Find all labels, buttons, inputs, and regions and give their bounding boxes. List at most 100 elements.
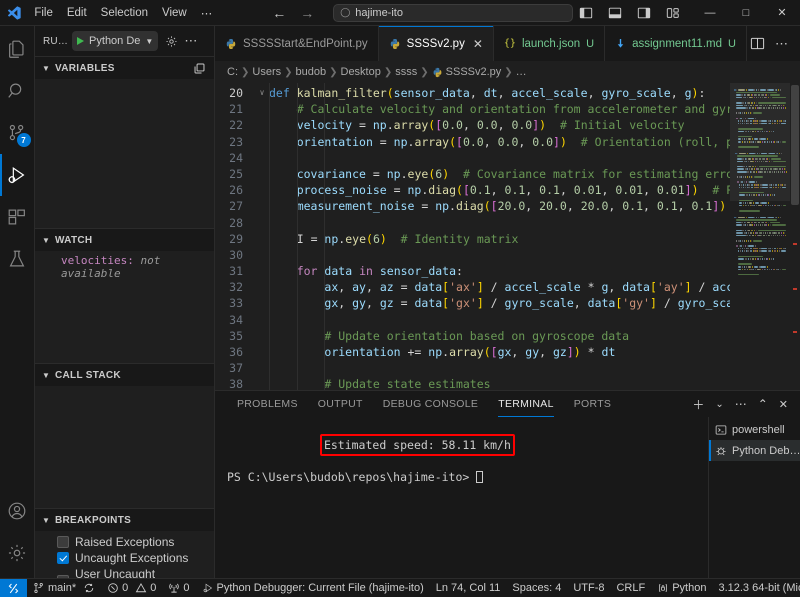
panel-more-ellipsis-icon[interactable]: ⋯: [731, 395, 751, 413]
toggle-primary-sidebar-icon[interactable]: [573, 3, 599, 23]
terminal[interactable]: Estimated speed: 58.11 km/h PS C:\Users\…: [215, 417, 708, 578]
status-branch[interactable]: main*: [27, 579, 101, 597]
terminal-chevron-down-icon[interactable]: ⌄: [711, 397, 727, 412]
status-language-mode[interactable]: Python: [651, 579, 712, 597]
section-watch-header[interactable]: ▼ WATCH: [35, 229, 214, 251]
breadcrumb-item[interactable]: C:: [227, 66, 238, 78]
code-line[interactable]: 26 process_noise = np.diag([0.1, 0.1, 0.…: [215, 182, 730, 198]
activity-run-and-debug[interactable]: [0, 154, 35, 196]
code-line[interactable]: 30: [215, 247, 730, 263]
breadcrumb-item[interactable]: Desktop: [341, 66, 381, 78]
debug-configuration-dropdown[interactable]: Python De ▼: [72, 31, 159, 51]
debug-settings-gear-icon[interactable]: [162, 32, 180, 50]
scrollbar-thumb[interactable]: [791, 85, 799, 205]
activity-explorer[interactable]: [0, 28, 35, 70]
terminal-instance-powershell[interactable]: powershell: [709, 419, 800, 440]
activity-testing[interactable]: [0, 238, 35, 280]
arrow-right-icon[interactable]: →: [299, 5, 315, 21]
breadcrumb-item[interactable]: ssss: [395, 66, 417, 78]
code-line[interactable]: 22 velocity = np.array([0.0, 0.0, 0.0]) …: [215, 117, 730, 133]
customize-layout-icon[interactable]: [660, 3, 686, 23]
panel-tab-output[interactable]: OUTPUT: [308, 391, 373, 417]
code-line[interactable]: 29 I = np.eye(6) # Identity matrix: [215, 231, 730, 247]
search-input[interactable]: ◯ hajime-ito: [333, 3, 573, 22]
code-line[interactable]: 23 orientation = np.array([0.0, 0.0, 0.0…: [215, 134, 730, 150]
breakpoint-uncaught-exceptions[interactable]: Uncaught Exceptions: [35, 550, 214, 566]
code-line[interactable]: 32 ax, ay, az = data['ax'] / accel_scale…: [215, 279, 730, 295]
tab-close-icon[interactable]: ✕: [473, 37, 483, 51]
code-line[interactable]: 21 # Calculate velocity and orientation …: [215, 101, 730, 117]
status-ports[interactable]: 0: [162, 579, 195, 597]
menu-selection[interactable]: Selection: [94, 4, 155, 22]
status-indentation[interactable]: Spaces: 4: [506, 579, 567, 597]
menu-view[interactable]: View: [155, 4, 194, 22]
panel-tab-ports[interactable]: PORTS: [564, 391, 621, 417]
code-line[interactable]: 27 measurement_noise = np.diag([20.0, 20…: [215, 198, 730, 214]
tab-SSSSv2[interactable]: SSSSv2.py ✕: [378, 26, 494, 61]
activity-manage-gear-icon[interactable]: [0, 532, 35, 574]
status-cursor-position[interactable]: Ln 74, Col 11: [430, 579, 507, 597]
breadcrumb-item[interactable]: SSSSv2.py: [446, 66, 502, 78]
watch-expression-row[interactable]: velocities: not available: [35, 251, 214, 280]
activity-accounts[interactable]: [0, 490, 35, 532]
split-editor-icon[interactable]: [747, 34, 768, 53]
new-terminal-plus-icon[interactable]: ＋: [688, 394, 708, 415]
toggle-secondary-sidebar-icon[interactable]: [631, 3, 657, 23]
code-editor[interactable]: 20 ∨ def kalman_filter(sensor_data, dt, ac…: [215, 83, 800, 390]
panel-tab-debug-console[interactable]: DEBUG CONSOLE: [373, 391, 489, 417]
status-interpreter[interactable]: 3.12.3 64-bit (Microsoft Store): [712, 579, 800, 597]
arrow-left-icon[interactable]: ←: [271, 5, 287, 21]
checkbox-raised-exceptions[interactable]: [57, 536, 69, 548]
breakpoint-user-uncaught-exceptions[interactable]: User Uncaught Exceptions: [35, 566, 214, 578]
status-eol[interactable]: CRLF: [610, 579, 651, 597]
chevron-down-icon[interactable]: ▼: [145, 37, 153, 46]
code-line[interactable]: 35 # Update orientation based on gyrosco…: [215, 328, 730, 344]
terminal-instance-python-debug[interactable]: Python Deb…: [709, 440, 800, 461]
code-line[interactable]: 36 orientation += np.array([gx, gy, gz])…: [215, 344, 730, 360]
section-breakpoints-header[interactable]: ▼ BREAKPOINTS: [35, 509, 214, 531]
code-line[interactable]: 24: [215, 150, 730, 166]
breakpoint-raised-exceptions[interactable]: Raised Exceptions: [35, 534, 214, 550]
close-button[interactable]: ✕: [764, 0, 800, 26]
maximize-button[interactable]: □: [728, 0, 764, 26]
editor-vertical-scrollbar[interactable]: [790, 83, 800, 390]
code-line[interactable]: 34: [215, 312, 730, 328]
code-line[interactable]: 31 for data in sensor_data:: [215, 263, 730, 279]
copy-icon[interactable]: [190, 59, 208, 77]
status-encoding[interactable]: UTF-8: [567, 579, 610, 597]
code-line[interactable]: 28: [215, 215, 730, 231]
tab-SSSSStart-EndPoint[interactable]: SSSSStart&EndPoint.py: [215, 26, 379, 61]
toggle-panel-icon[interactable]: [602, 3, 628, 23]
panel-tab-terminal[interactable]: TERMINAL: [488, 391, 564, 417]
minimize-button[interactable]: —: [692, 0, 728, 26]
maximize-panel-chevron-up-icon[interactable]: ⌃: [754, 395, 772, 413]
section-call-stack-header[interactable]: ▼ CALL STACK: [35, 364, 214, 386]
remote-window-indicator[interactable]: [0, 578, 27, 597]
code-line[interactable]: 38 # Update state estimates: [215, 376, 730, 390]
fold-chevron-icon[interactable]: ∨: [255, 85, 269, 101]
minimap[interactable]: [730, 83, 790, 390]
play-icon[interactable]: [77, 37, 85, 45]
code-line[interactable]: 33 gx, gy, gz = data['gx'] / gyro_scale,…: [215, 295, 730, 311]
code-line[interactable]: 20 ∨ def kalman_filter(sensor_data, dt, ac…: [215, 85, 730, 101]
menu-edit[interactable]: Edit: [60, 4, 94, 22]
code-line[interactable]: 25 covariance = np.eye(6) # Covariance m…: [215, 166, 730, 182]
activity-source-control[interactable]: 7: [0, 112, 35, 154]
editor-more-ellipsis-icon[interactable]: ⋯: [772, 37, 792, 50]
activity-search[interactable]: [0, 70, 35, 112]
breadcrumb-item[interactable]: Users: [252, 66, 281, 78]
section-variables-header[interactable]: ▼ VARIABLES: [35, 57, 214, 79]
activity-extensions[interactable]: [0, 196, 35, 238]
tab-launch-json[interactable]: {} launch.json U: [493, 26, 606, 61]
status-errors-warnings[interactable]: 0 0: [101, 579, 162, 597]
checkbox-uncaught-exceptions[interactable]: [57, 552, 69, 564]
menu-more[interactable]: ⋯: [194, 3, 220, 23]
breadcrumb-item[interactable]: …: [516, 66, 527, 78]
panel-tab-problems[interactable]: PROBLEMS: [227, 391, 308, 417]
menu-file[interactable]: File: [27, 4, 60, 22]
breadcrumb-item[interactable]: budob: [296, 66, 327, 78]
tab-assignment11-md[interactable]: assignment11.md U: [605, 26, 747, 61]
code-line[interactable]: 37: [215, 360, 730, 376]
close-panel-icon[interactable]: ✕: [775, 396, 792, 413]
code-viewport[interactable]: 20 ∨ def kalman_filter(sensor_data, dt, ac…: [215, 83, 730, 390]
